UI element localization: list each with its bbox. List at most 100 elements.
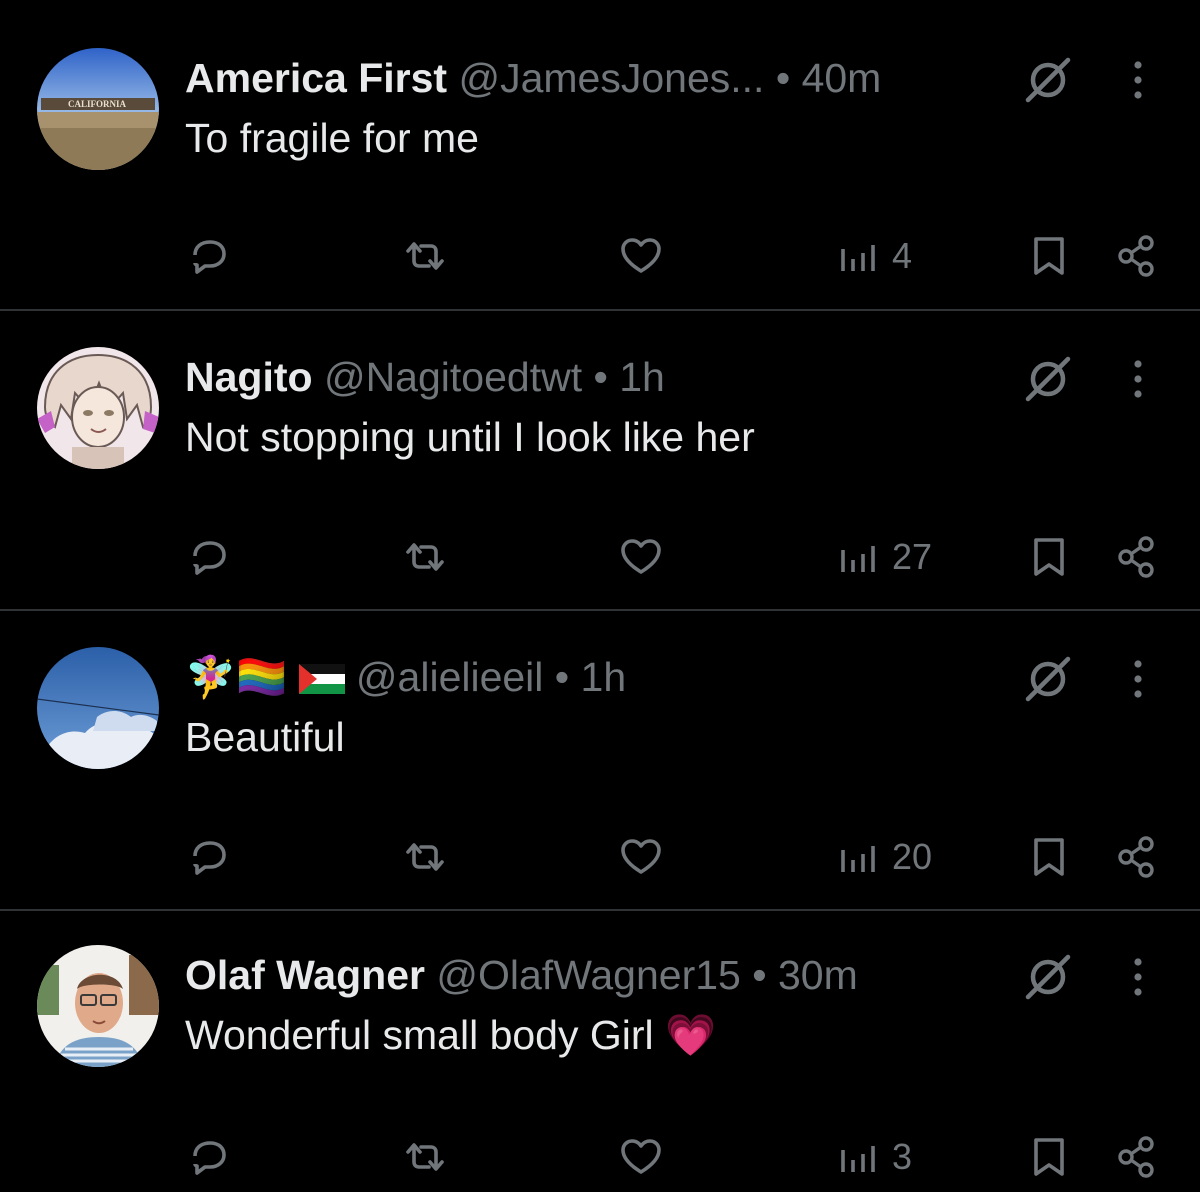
bookmark-button[interactable] bbox=[1028, 228, 1070, 284]
post-text: To fragile for me bbox=[185, 115, 479, 161]
bookmark-icon bbox=[1028, 233, 1070, 279]
bookmark-button[interactable] bbox=[1028, 829, 1070, 885]
reply-button[interactable] bbox=[186, 228, 232, 284]
display-name[interactable]: 🧚‍♀️🏳️‍🌈 bbox=[185, 654, 287, 700]
more-icon[interactable] bbox=[1125, 355, 1151, 403]
post-header: Olaf Wagner @OlafWagner15 • 30m bbox=[185, 951, 940, 999]
avatar[interactable] bbox=[37, 647, 159, 769]
display-name[interactable]: America First bbox=[185, 55, 447, 101]
post-header: 🧚‍♀️🏳️‍🌈 @alielieeil • 1h bbox=[185, 653, 940, 704]
views-icon bbox=[838, 233, 878, 279]
views-count: 3 bbox=[892, 1136, 913, 1177]
like-button[interactable] bbox=[618, 1129, 664, 1185]
reply-icon bbox=[186, 233, 232, 279]
heart-icon bbox=[618, 1134, 664, 1180]
views-count: 27 bbox=[892, 536, 933, 577]
share-icon bbox=[1114, 1134, 1160, 1180]
display-name[interactable]: Nagito bbox=[185, 354, 313, 400]
views-button[interactable]: 27 bbox=[838, 529, 932, 585]
views-button[interactable]: 20 bbox=[838, 829, 932, 885]
heart-icon bbox=[618, 834, 664, 880]
repost-icon bbox=[400, 1134, 450, 1180]
reply-feed: CALIFORNIA America First @JamesJones... … bbox=[0, 0, 1200, 1192]
post[interactable]: 🧚‍♀️🏳️‍🌈 @alielieeil • 1h Beautiful 20 bbox=[0, 611, 1200, 911]
separator-dot: • bbox=[764, 55, 802, 101]
reply-button[interactable] bbox=[186, 1129, 232, 1185]
repost-button[interactable] bbox=[400, 529, 450, 585]
post-header: Nagito @Nagitoedtwt • 1h bbox=[185, 353, 940, 401]
repost-button[interactable] bbox=[400, 1129, 450, 1185]
post-text: Beautiful bbox=[185, 714, 345, 760]
post-header: America First @JamesJones... • 40m bbox=[185, 54, 940, 102]
bookmark-icon bbox=[1028, 834, 1070, 880]
repost-icon bbox=[400, 834, 450, 880]
share-button[interactable] bbox=[1114, 529, 1160, 585]
timestamp[interactable]: 1h bbox=[581, 654, 627, 700]
display-name[interactable]: Olaf Wagner bbox=[185, 952, 425, 998]
share-button[interactable] bbox=[1114, 228, 1160, 284]
bookmark-button[interactable] bbox=[1028, 529, 1070, 585]
post[interactable]: CALIFORNIA America First @JamesJones... … bbox=[0, 0, 1200, 300]
grok-icon[interactable] bbox=[1022, 355, 1074, 403]
post[interactable]: Nagito @Nagitoedtwt • 1h Not stopping un… bbox=[0, 311, 1200, 611]
action-bar: 20 bbox=[0, 829, 1200, 885]
views-count: 4 bbox=[892, 235, 913, 276]
user-handle[interactable]: @OlafWagner15 bbox=[436, 952, 740, 998]
timestamp[interactable]: 30m bbox=[778, 952, 858, 998]
share-icon bbox=[1114, 233, 1160, 279]
bookmark-button[interactable] bbox=[1028, 1129, 1070, 1185]
avatar[interactable]: CALIFORNIA bbox=[37, 48, 159, 170]
action-bar: 27 bbox=[0, 529, 1200, 585]
pink-heart-emoji: 💗 bbox=[665, 1012, 717, 1058]
reply-icon bbox=[186, 834, 232, 880]
timestamp[interactable]: 1h bbox=[619, 354, 665, 400]
grok-icon[interactable] bbox=[1022, 953, 1074, 1001]
separator-dot: • bbox=[543, 654, 581, 700]
separator-dot: • bbox=[740, 952, 778, 998]
views-icon bbox=[838, 1134, 878, 1180]
bookmark-icon bbox=[1028, 534, 1070, 580]
post[interactable]: Olaf Wagner @OlafWagner15 • 30m Wonderfu… bbox=[0, 911, 1200, 1192]
more-icon[interactable] bbox=[1125, 56, 1151, 104]
repost-icon bbox=[400, 534, 450, 580]
action-bar: 3 bbox=[0, 1129, 1200, 1185]
post-text-body: Wonderful small body Girl bbox=[185, 1012, 654, 1058]
reply-button[interactable] bbox=[186, 829, 232, 885]
share-button[interactable] bbox=[1114, 1129, 1160, 1185]
like-button[interactable] bbox=[618, 829, 664, 885]
heart-icon bbox=[618, 534, 664, 580]
timestamp[interactable]: 40m bbox=[802, 55, 882, 101]
action-bar: 4 bbox=[0, 228, 1200, 284]
like-button[interactable] bbox=[618, 228, 664, 284]
views-button[interactable]: 4 bbox=[838, 228, 912, 284]
user-handle[interactable]: @alielieeil bbox=[356, 654, 543, 700]
grok-icon[interactable] bbox=[1022, 56, 1074, 104]
avatar[interactable] bbox=[37, 347, 159, 469]
heart-icon bbox=[618, 233, 664, 279]
avatar[interactable] bbox=[37, 945, 159, 1067]
bookmark-icon bbox=[1028, 1134, 1070, 1180]
repost-button[interactable] bbox=[400, 228, 450, 284]
share-icon bbox=[1114, 834, 1160, 880]
views-button[interactable]: 3 bbox=[838, 1129, 912, 1185]
palestine-flag-icon bbox=[298, 656, 345, 704]
user-handle[interactable]: @JamesJones... bbox=[458, 55, 764, 101]
svg-text:CALIFORNIA: CALIFORNIA bbox=[68, 99, 127, 109]
grok-icon[interactable] bbox=[1022, 655, 1074, 703]
user-handle[interactable]: @Nagitoedtwt bbox=[324, 354, 582, 400]
more-icon[interactable] bbox=[1125, 953, 1151, 1001]
repost-button[interactable] bbox=[400, 829, 450, 885]
separator-dot: • bbox=[582, 354, 620, 400]
share-icon bbox=[1114, 534, 1160, 580]
share-button[interactable] bbox=[1114, 829, 1160, 885]
views-icon bbox=[838, 834, 878, 880]
reply-icon bbox=[186, 534, 232, 580]
views-count: 20 bbox=[892, 836, 933, 877]
post-text: Not stopping until I look like her bbox=[185, 414, 755, 460]
post-text: Wonderful small body Girl 💗 bbox=[185, 1009, 716, 1061]
more-icon[interactable] bbox=[1125, 655, 1151, 703]
repost-icon bbox=[400, 233, 450, 279]
views-icon bbox=[838, 534, 878, 580]
like-button[interactable] bbox=[618, 529, 664, 585]
reply-button[interactable] bbox=[186, 529, 232, 585]
